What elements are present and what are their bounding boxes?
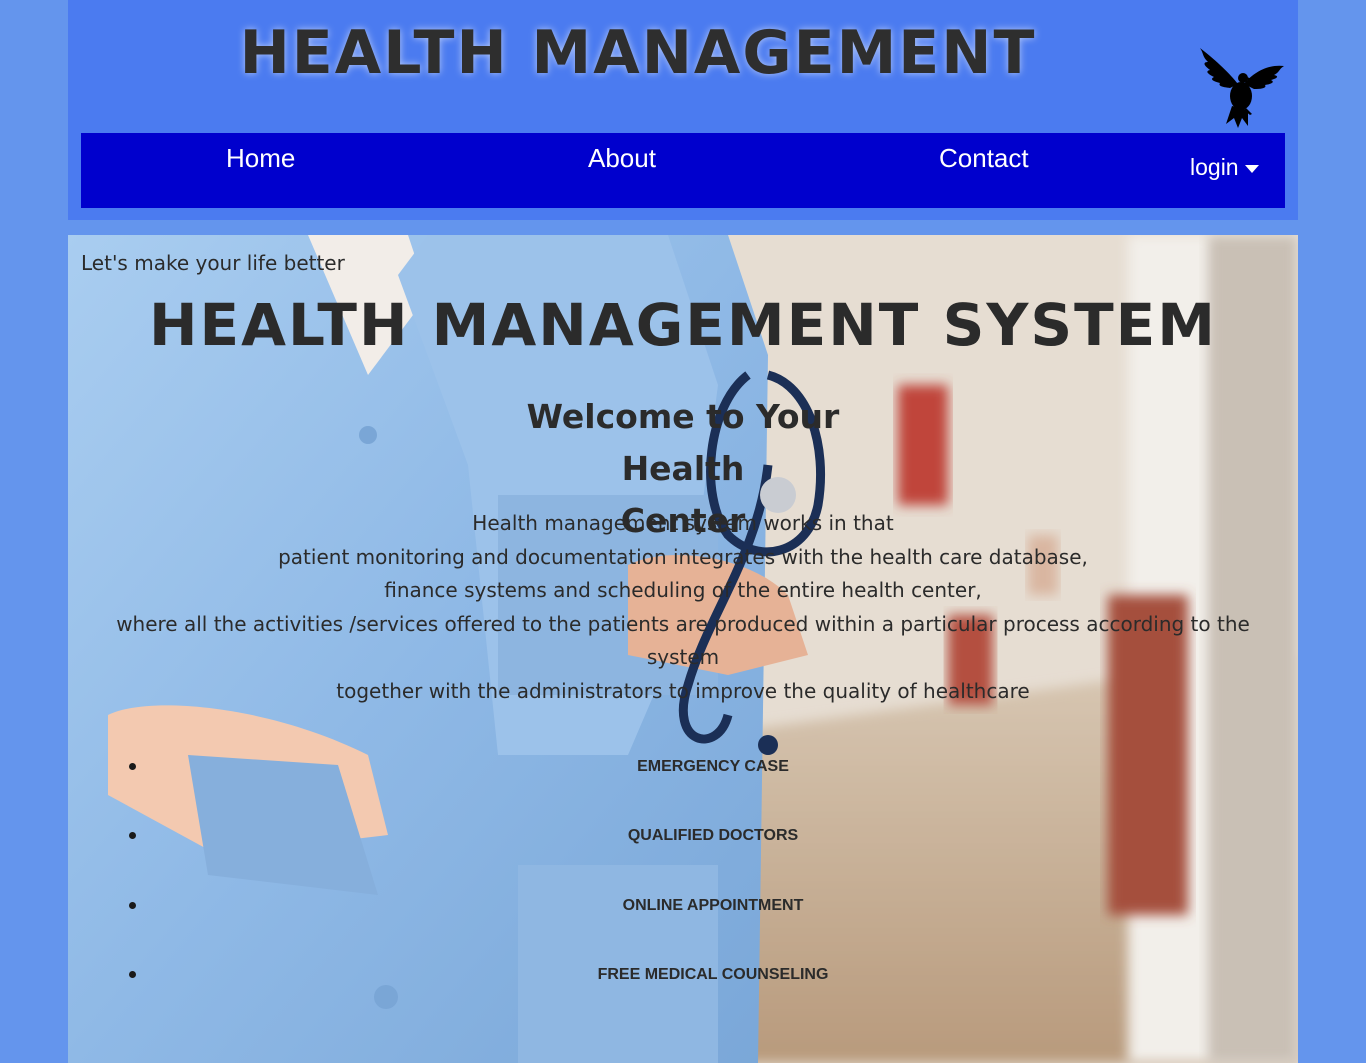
services-list: EMERGENCY CASE QUALIFIED DOCTORS ONLINE … [68,730,1298,1007]
system-description: Health management system works in that p… [88,507,1278,709]
description-line: together with the administrators to impr… [336,678,1030,703]
service-item-qualified-doctors[interactable]: QUALIFIED DOCTORS [68,799,1298,868]
site-header: HEALTH MANAGEMENT Home About Contact log… [68,0,1298,220]
description-line: Health management system works in that [472,511,894,535]
login-dropdown[interactable]: login [1190,154,1259,181]
description-line: where all the activities /services offer… [116,611,1250,670]
page: HEALTH MANAGEMENT Home About Contact log… [68,0,1298,1063]
service-item-online-appointment[interactable]: ONLINE APPOINTMENT [68,869,1298,938]
main-navbar: Home About Contact login [81,133,1285,208]
hero-tagline: Let's make your life better [81,251,345,275]
service-label: FREE MEDICAL COUNSELING [597,965,829,983]
description-line: finance systems and scheduling of the en… [384,578,982,603]
caret-down-icon [1244,164,1259,173]
nav-contact-link[interactable]: Contact [939,143,1029,174]
welcome-line-1: Welcome to Your Health [526,397,840,488]
bullet-icon [129,901,136,909]
service-label: EMERGENCY CASE [637,758,789,775]
bird-logo-icon[interactable] [1196,44,1286,130]
description-line: patient monitoring and documentation int… [278,544,1088,569]
service-label: QUALIFIED DOCTORS [627,827,799,845]
bullet-icon [129,832,136,840]
nav-home-link[interactable]: Home [226,143,295,174]
bullet-icon [129,970,136,978]
service-item-emergency-case[interactable]: EMERGENCY CASE [68,730,1298,799]
bullet-icon [129,763,136,770]
login-label: login [1190,154,1239,180]
service-label: ONLINE APPOINTMENT [622,896,804,914]
service-item-free-medical-counseling[interactable]: FREE MEDICAL COUNSELING [68,938,1298,1007]
hero-title: HEALTH MANAGEMENT SYSTEM [148,291,1218,359]
hero-section: Let's make your life better HEALTH MANAG… [68,235,1298,1063]
nav-about-link[interactable]: About [588,143,656,174]
site-title: HEALTH MANAGEMENT [239,18,1037,88]
